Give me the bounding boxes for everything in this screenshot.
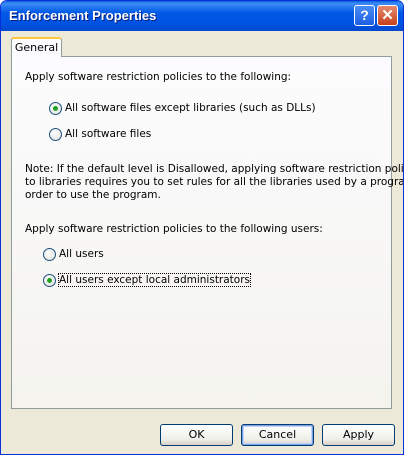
radio-all-software-files-label[interactable]: All software files bbox=[65, 128, 151, 140]
title-bar[interactable]: Enforcement Properties ? ✕ bbox=[1, 1, 403, 31]
note-line-2: to libraries requires you to set rules f… bbox=[25, 176, 404, 188]
tab-general[interactable]: General bbox=[11, 37, 62, 57]
radio-all-users[interactable] bbox=[43, 248, 56, 261]
window-title: Enforcement Properties bbox=[9, 8, 157, 23]
radio-files-except-libraries[interactable] bbox=[49, 102, 62, 115]
users-section-heading: Apply software restriction policies to t… bbox=[25, 223, 323, 235]
files-section-heading: Apply software restriction policies to t… bbox=[25, 71, 292, 83]
apply-button-label: Apply bbox=[342, 428, 375, 441]
radio-all-users-label[interactable]: All users bbox=[59, 248, 104, 260]
tab-general-label: General bbox=[14, 41, 59, 54]
radio-users-except-admins-label[interactable]: All users except local administrators bbox=[57, 273, 252, 287]
help-icon: ? bbox=[360, 7, 369, 23]
help-button[interactable]: ? bbox=[354, 5, 375, 26]
tab-panel-general: Apply software restriction policies to t… bbox=[11, 56, 403, 409]
dialog-window: Enforcement Properties ? ✕ General Apply… bbox=[0, 0, 404, 455]
cancel-button-label: Cancel bbox=[258, 428, 297, 441]
note-line-1: Note: If the default level is Disallowed… bbox=[25, 163, 404, 175]
radio-all-software-files[interactable] bbox=[49, 128, 62, 141]
close-button[interactable]: ✕ bbox=[377, 5, 398, 26]
cancel-button[interactable]: Cancel bbox=[241, 424, 314, 446]
close-icon: ✕ bbox=[381, 7, 394, 24]
radio-users-except-admins[interactable] bbox=[43, 274, 56, 287]
note-line-3: order to use the program. bbox=[25, 189, 161, 201]
ok-button[interactable]: OK bbox=[160, 424, 233, 446]
ok-button-label: OK bbox=[188, 428, 205, 441]
radio-files-except-libraries-label[interactable]: All software files except libraries (suc… bbox=[65, 102, 316, 114]
apply-button[interactable]: Apply bbox=[322, 424, 395, 446]
